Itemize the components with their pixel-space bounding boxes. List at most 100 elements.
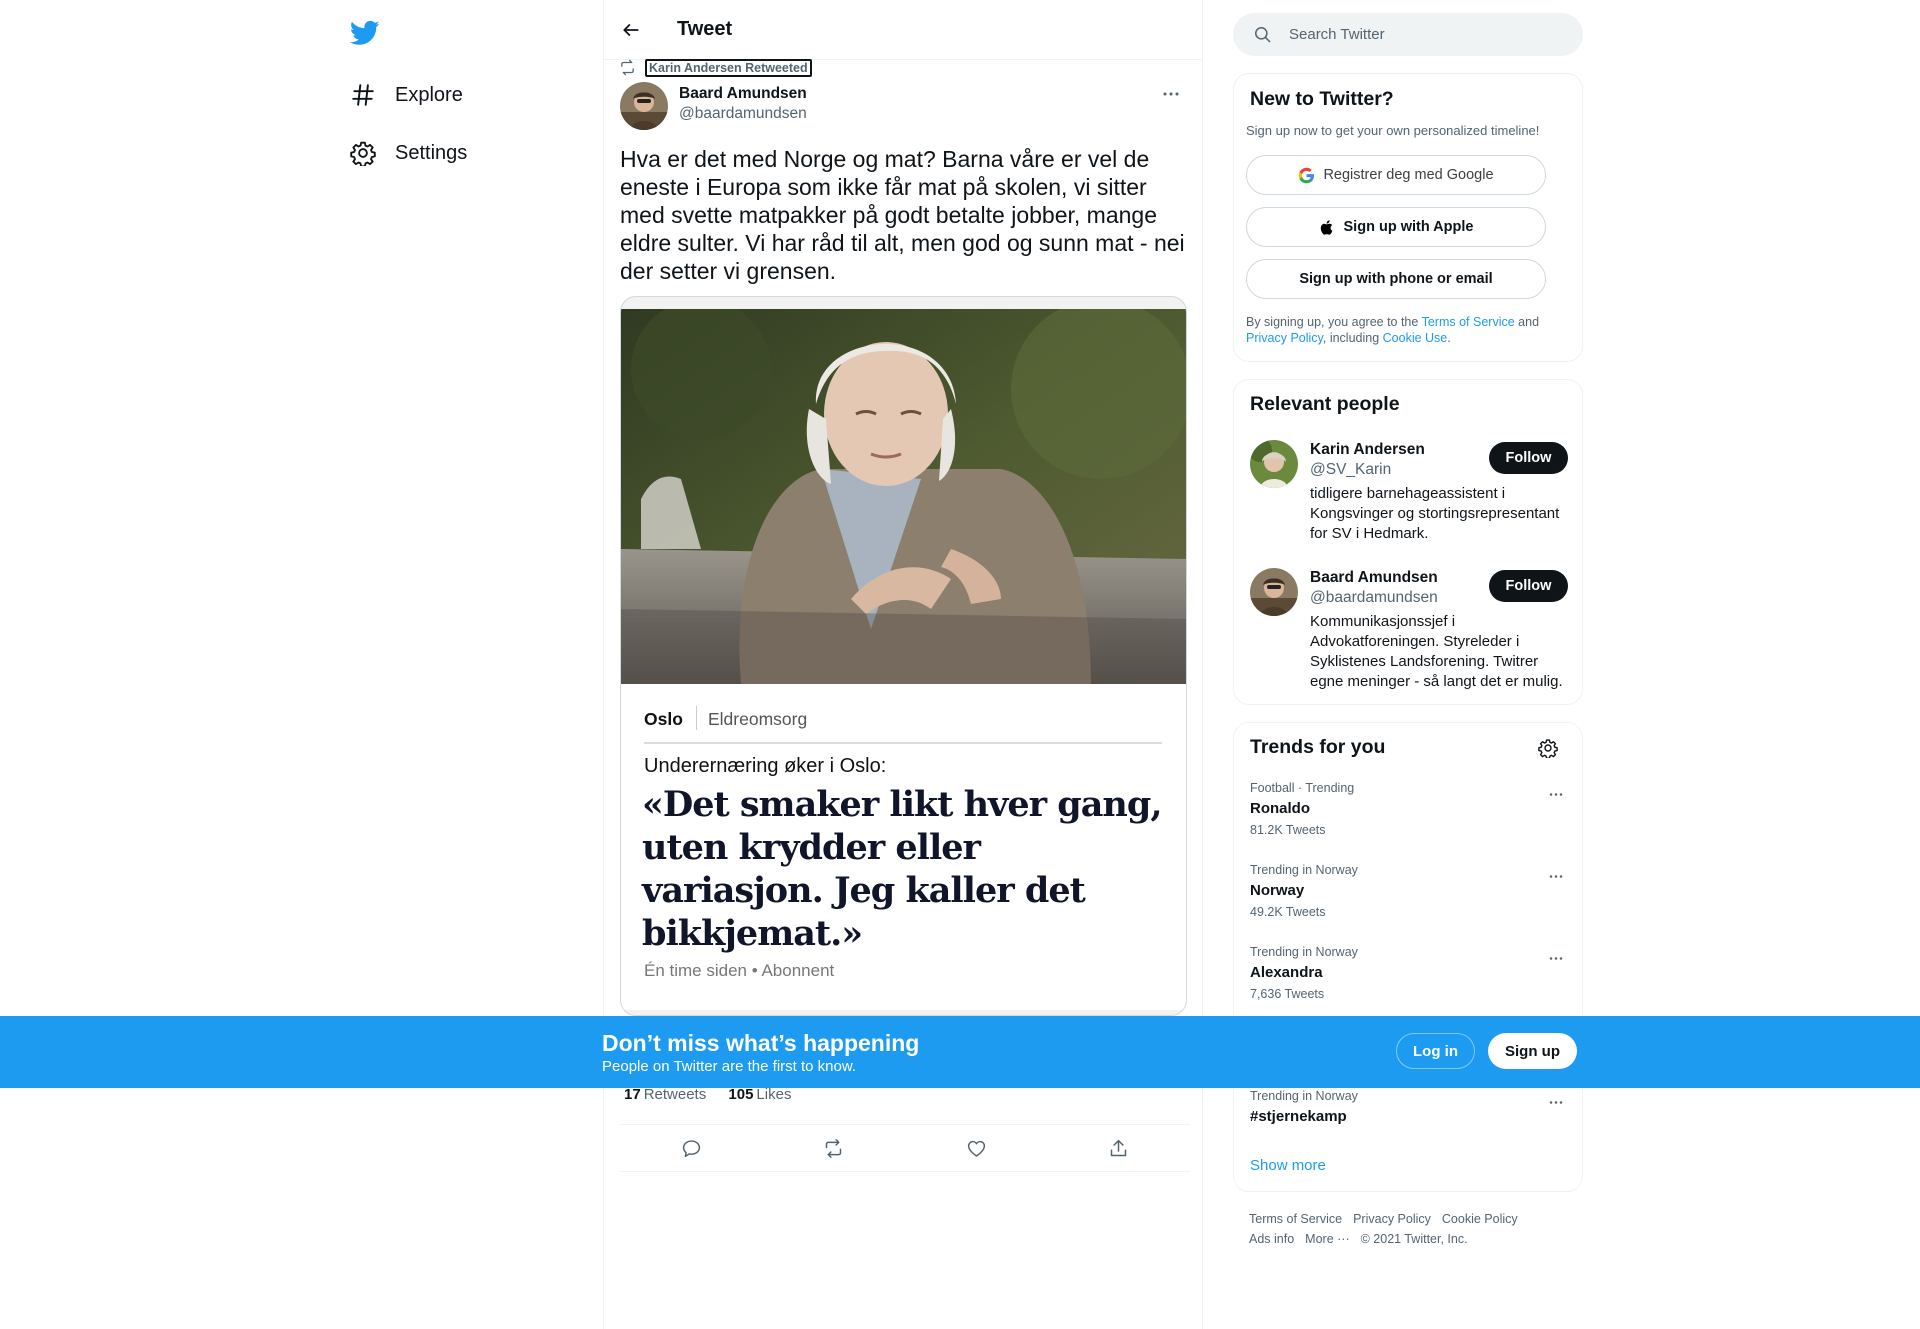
trend-name: #stjernekamp: [1250, 1108, 1347, 1125]
terms-text-3: , including: [1322, 331, 1383, 345]
terms-of-service-link[interactable]: Terms of Service: [1422, 315, 1515, 329]
signup-banner: Don’t miss what’s happening People on Tw…: [0, 1016, 1920, 1088]
nav-explore-label: Explore: [395, 83, 463, 106]
nav-settings[interactable]: Settings: [350, 131, 467, 175]
avatar[interactable]: [1250, 440, 1298, 488]
search-bar[interactable]: [1233, 13, 1583, 56]
privacy-policy-link[interactable]: Privacy Policy: [1246, 331, 1323, 345]
card-separator: [696, 706, 697, 730]
apple-icon: [1319, 219, 1336, 236]
retweets-stat[interactable]: 17 Retweets: [624, 1086, 706, 1103]
google-signup-button[interactable]: Registrer deg med Google: [1246, 155, 1546, 195]
new-to-twitter-panel: New to Twitter? Sign up now to get your …: [1233, 73, 1583, 362]
footer-copyright: © 2021 Twitter, Inc.: [1360, 1232, 1468, 1246]
login-button[interactable]: Log in: [1396, 1033, 1475, 1069]
author-handle: @baardamundsen: [679, 105, 807, 122]
terms-text-2: and: [1514, 315, 1540, 329]
tweet-stats: 17 Retweets 105 Likes: [624, 1086, 809, 1103]
author-name: Baard Amundsen: [679, 85, 807, 102]
avatar[interactable]: [620, 82, 668, 130]
trend-name: Ronaldo: [1250, 800, 1310, 817]
share-icon[interactable]: [1100, 1129, 1138, 1167]
trends-panel: Trends for you Football · Trending Ronal…: [1233, 722, 1583, 1192]
trend-item[interactable]: Trending in Norway #stjernekamp: [1250, 1089, 1570, 1155]
likes-count: 105: [728, 1086, 754, 1103]
retweet-icon[interactable]: [815, 1129, 853, 1167]
person-handle: @baardamundsen: [1310, 589, 1438, 606]
new-to-twitter-title: New to Twitter?: [1250, 88, 1394, 110]
more-options-icon[interactable]: [1541, 784, 1571, 804]
google-icon: [1298, 167, 1315, 184]
main-column: Tweet Karin Andersen Retweeted Baard Amu…: [603, 0, 1203, 1329]
card-city: Oslo: [644, 709, 683, 729]
signup-terms: By signing up, you agree to the Terms of…: [1246, 314, 1566, 346]
article-card: Oslo Eldreomsorg Underernæring øker i Os…: [621, 684, 1186, 1010]
card-subtitle: Underernæring øker i Oslo:: [644, 755, 887, 777]
person-bio: tidligere barnehageassistent i Kongsving…: [1310, 485, 1560, 542]
person-bio: Kommunikasjonssjef i Advokatforeningen. …: [1310, 613, 1563, 690]
card-headline: «Det smaker likt hver gang, uten krydder…: [642, 784, 1163, 954]
show-more-link[interactable]: Show more: [1250, 1157, 1326, 1174]
retweet-context[interactable]: Karin Andersen Retweeted: [619, 59, 812, 77]
footer-more-link[interactable]: More ···: [1305, 1232, 1349, 1246]
gear-icon: [350, 140, 376, 166]
footer-privacy-link[interactable]: Privacy Policy: [1353, 1212, 1431, 1226]
trend-meta: Trending in Norway: [1250, 863, 1358, 877]
more-options-icon[interactable]: [1541, 1092, 1571, 1112]
more-options-icon[interactable]: [1541, 948, 1571, 968]
footer-ads-link[interactable]: Ads info: [1249, 1232, 1294, 1246]
terms-text-4: .: [1447, 331, 1451, 345]
twitter-bird-icon[interactable]: [350, 18, 384, 52]
more-options-icon[interactable]: [1541, 866, 1571, 886]
hashtag-icon: [350, 82, 376, 108]
avatar[interactable]: [1250, 568, 1298, 616]
signup-button[interactable]: Sign up: [1488, 1033, 1577, 1069]
card-category: Eldreomsorg: [708, 709, 808, 729]
like-icon[interactable]: [957, 1129, 995, 1167]
tweet-text: Hva er det med Norge og mat? Barna våre …: [620, 146, 1185, 284]
follow-button[interactable]: Follow: [1489, 442, 1568, 474]
phone-email-signup-button[interactable]: Sign up with phone or email: [1246, 259, 1546, 299]
google-signup-label: Registrer deg med Google: [1323, 167, 1494, 183]
tweet-image[interactable]: Oslo Eldreomsorg Underernæring øker i Os…: [620, 296, 1187, 1016]
search-icon: [1253, 25, 1273, 45]
trend-item[interactable]: Trending in Norway Alexandra 7,636 Tweet…: [1250, 945, 1570, 1011]
retweet-icon: [619, 59, 637, 77]
person-name: Karin Andersen: [1310, 441, 1425, 458]
banner-subtitle: People on Twitter are the first to know.: [602, 1058, 857, 1075]
nav-explore[interactable]: Explore: [350, 73, 463, 117]
trends-title: Trends for you: [1250, 736, 1386, 758]
retweeted-by-label: Karin Andersen Retweeted: [645, 59, 812, 77]
trend-item[interactable]: Football · Trending Ronaldo 81.2K Tweets: [1250, 781, 1570, 847]
footer-terms-link[interactable]: Terms of Service: [1249, 1212, 1342, 1226]
card-meta: Én time siden • Abonnent: [644, 961, 835, 980]
back-button[interactable]: [614, 13, 648, 47]
apple-signup-button[interactable]: Sign up with Apple: [1246, 207, 1546, 247]
person-handle: @SV_Karin: [1310, 461, 1392, 478]
follow-button[interactable]: Follow: [1489, 570, 1568, 602]
reply-icon[interactable]: [672, 1129, 710, 1167]
retweets-label: Retweets: [643, 1086, 707, 1103]
likes-stat[interactable]: 105 Likes: [728, 1086, 791, 1103]
trend-name: Alexandra: [1250, 964, 1323, 981]
tweet-author[interactable]: Baard Amundsen @baardamundsen: [620, 82, 807, 130]
trend-name: Norway: [1250, 882, 1305, 899]
page-title: Tweet: [677, 18, 733, 40]
more-options-icon[interactable]: [1154, 84, 1188, 104]
trend-count: 7,636 Tweets: [1250, 987, 1325, 1001]
footer-cookie-link[interactable]: Cookie Policy: [1442, 1212, 1518, 1226]
nav-settings-label: Settings: [395, 141, 468, 164]
trend-meta: Football · Trending: [1250, 781, 1355, 795]
tweet-actions: [620, 1124, 1190, 1172]
footer-links: Terms of Service Privacy Policy Cookie Pol…: [1249, 1209, 1579, 1249]
main-header: Tweet: [604, 0, 1202, 60]
card-divider: [644, 742, 1162, 744]
trend-count: 81.2K Tweets: [1250, 823, 1326, 837]
search-input[interactable]: [1289, 26, 1549, 43]
gear-icon[interactable]: [1538, 738, 1558, 758]
likes-label: Likes: [756, 1086, 792, 1103]
trend-meta: Trending in Norway: [1250, 945, 1358, 959]
person-name: Baard Amundsen: [1310, 569, 1438, 586]
cookie-use-link[interactable]: Cookie Use: [1383, 331, 1448, 345]
trend-item[interactable]: Trending in Norway Norway 49.2K Tweets: [1250, 863, 1570, 929]
